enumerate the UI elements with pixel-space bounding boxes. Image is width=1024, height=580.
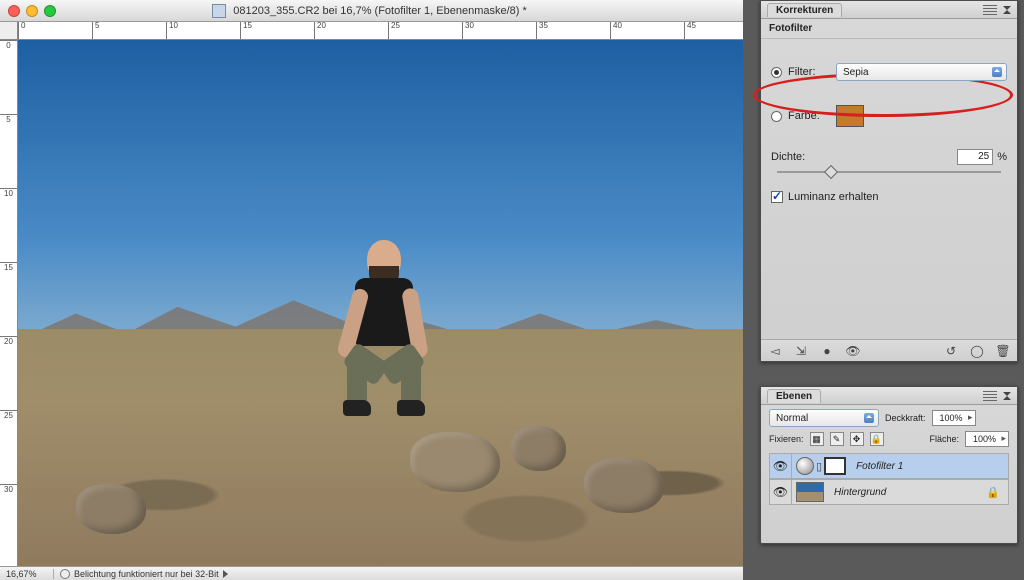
korrekturen-body: Filter: Sepia Farbe: Dichte: 25 %: [761, 39, 1017, 339]
document-icon: [212, 4, 226, 18]
flaeche-label: Fläche:: [929, 434, 959, 444]
blend-mode-select[interactable]: Normal: [769, 409, 879, 427]
layer-fotofilter1[interactable]: 👁 ▯ Fotofilter 1: [769, 453, 1009, 479]
farbe-swatch[interactable]: [836, 105, 864, 127]
zoom-window-button[interactable]: [44, 5, 56, 17]
deckkraft-label: Deckkraft:: [885, 413, 926, 423]
status-expand-icon: [223, 570, 228, 578]
zoom-level[interactable]: 16,67%: [0, 569, 54, 579]
ebenen-panel: Ebenen Normal Deckkraft: 100% Fixieren: …: [760, 386, 1018, 544]
deckkraft-value: 100%: [939, 413, 962, 423]
deckkraft-input[interactable]: 100%: [932, 410, 976, 426]
layer-thumb-icon[interactable]: [796, 482, 824, 502]
ebenen-header[interactable]: Ebenen: [761, 387, 1017, 405]
minimize-window-button[interactable]: [26, 5, 38, 17]
korrekturen-header[interactable]: Korrekturen: [761, 1, 1017, 19]
window-titlebar: 081203_355.CR2 bei 16,7% (Fotofilter 1, …: [0, 0, 743, 22]
filter-label: Filter:: [788, 66, 836, 78]
panel-collapse-icon[interactable]: [1001, 5, 1011, 15]
korrekturen-subtitle: Fotofilter: [761, 19, 1017, 39]
status-info-text: Belichtung funktioniert nur bei 32-Bit: [74, 569, 219, 579]
ruler-origin[interactable]: [0, 22, 18, 40]
ebenen-tab[interactable]: Ebenen: [767, 389, 821, 403]
dichte-pct: %: [997, 151, 1007, 163]
close-window-button[interactable]: [8, 5, 20, 17]
layer-name[interactable]: Fotofilter 1: [856, 461, 903, 472]
canvas-image: [18, 40, 743, 566]
dichte-slider-thumb[interactable]: [824, 165, 838, 179]
flaeche-input[interactable]: 100%: [965, 431, 1009, 447]
korrekturen-panel: Korrekturen Fotofilter Filter: Sepia Far…: [760, 0, 1018, 362]
dichte-input[interactable]: 25: [957, 149, 993, 165]
canvas[interactable]: [18, 40, 743, 566]
window-title: 081203_355.CR2 bei 16,7% (Fotofilter 1, …: [56, 4, 743, 18]
filter-radio[interactable]: [771, 67, 782, 78]
mask-thumb-icon[interactable]: [824, 457, 846, 475]
filter-select[interactable]: Sepia: [836, 63, 1007, 81]
lock-pixels-icon[interactable]: ✎: [830, 432, 844, 446]
layer-visibility-icon[interactable]: 👁: [770, 480, 792, 504]
farbe-label: Farbe:: [788, 110, 836, 122]
status-bar: 16,67% Belichtung funktioniert nur bei 3…: [0, 566, 743, 580]
filter-select-value: Sepia: [843, 67, 869, 78]
previous-icon[interactable]: ◯: [969, 344, 985, 358]
panel-collapse-icon[interactable]: [1001, 391, 1011, 401]
flaeche-value: 100%: [973, 434, 996, 444]
subject-person: [337, 240, 427, 450]
panel-menu-icon[interactable]: [983, 5, 997, 15]
blend-mode-value: Normal: [776, 413, 808, 424]
visibility-icon[interactable]: 👁: [845, 344, 861, 358]
farbe-radio[interactable]: [771, 111, 782, 122]
lock-position-icon[interactable]: ✥: [850, 432, 864, 446]
lock-all-icon[interactable]: 🔒: [870, 432, 884, 446]
status-icon: [60, 569, 70, 579]
layer-visibility-icon[interactable]: 👁: [770, 454, 792, 478]
panel-menu-icon[interactable]: [983, 391, 997, 401]
dichte-slider[interactable]: [777, 171, 1001, 173]
window-title-text: 081203_355.CR2 bei 16,7% (Fotofilter 1, …: [233, 4, 527, 16]
lock-transparency-icon[interactable]: ▦: [810, 432, 824, 446]
document-window: 081203_355.CR2 bei 16,7% (Fotofilter 1, …: [0, 0, 743, 580]
reset-icon[interactable]: ↺: [943, 344, 959, 358]
fixieren-label: Fixieren:: [769, 434, 804, 444]
horizontal-ruler[interactable]: 051015202530354045: [18, 22, 743, 40]
traffic-lights: [0, 5, 56, 17]
clip-icon[interactable]: ●: [819, 344, 835, 358]
luminanz-checkbox[interactable]: [771, 191, 783, 203]
layer-hintergrund[interactable]: 👁 Hintergrund 🔒: [769, 479, 1009, 505]
link-icon[interactable]: ▯: [816, 460, 822, 473]
lock-icon: 🔒: [986, 486, 1000, 499]
status-info[interactable]: Belichtung funktioniert nur bei 32-Bit: [54, 569, 234, 579]
luminanz-label: Luminanz erhalten: [788, 191, 879, 203]
adjustment-thumb-icon[interactable]: [796, 457, 814, 475]
ebenen-body: Normal Deckkraft: 100% Fixieren: ▦ ✎ ✥ 🔒…: [761, 405, 1017, 543]
korrekturen-footer: ◅ ⇲ ● 👁 ↺ ◯ 🗑: [761, 339, 1017, 361]
layer-name[interactable]: Hintergrund: [834, 487, 886, 498]
dichte-label: Dichte:: [771, 151, 819, 163]
back-icon[interactable]: ◅: [767, 344, 783, 358]
expand-icon[interactable]: ⇲: [793, 344, 809, 358]
korrekturen-tab[interactable]: Korrekturen: [767, 3, 842, 17]
vertical-ruler[interactable]: 051015202530: [0, 40, 18, 566]
trash-icon[interactable]: 🗑: [995, 344, 1011, 358]
